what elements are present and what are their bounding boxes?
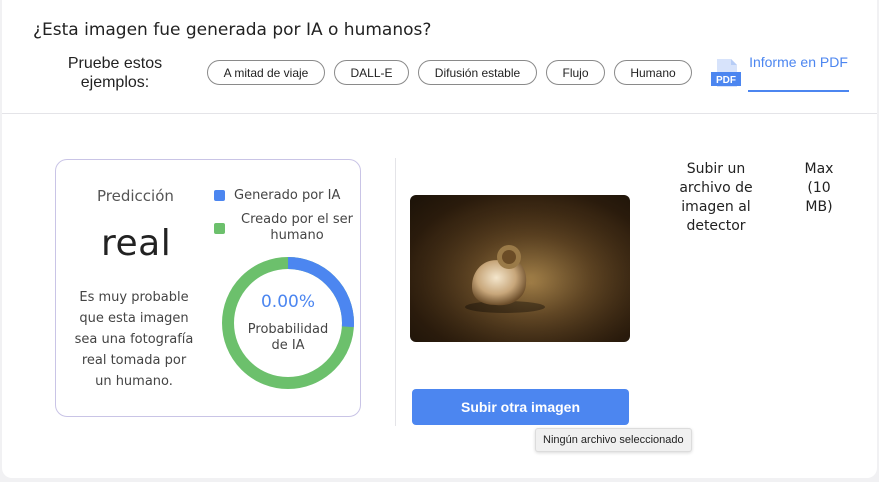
section-divider bbox=[395, 158, 396, 426]
legend-ai: Generado por IA bbox=[214, 188, 340, 203]
example-chip-human[interactable]: Humano bbox=[614, 60, 692, 85]
uploaded-image bbox=[410, 195, 630, 342]
legend-human-swatch bbox=[214, 223, 225, 234]
no-file-selected-tooltip: Ningún archivo seleccionado bbox=[535, 428, 692, 452]
upload-another-image-button[interactable]: Subir otra imagen bbox=[412, 389, 629, 425]
prediction-description: Es muy probable que esta imagen sea una … bbox=[74, 290, 194, 389]
prediction-label: Predicción bbox=[97, 187, 174, 205]
header-divider bbox=[2, 113, 877, 114]
legend-ai-swatch bbox=[214, 190, 225, 201]
ai-probability-label: Probabilidad de IA bbox=[247, 322, 329, 353]
ai-probability-value: 0.00% bbox=[260, 292, 315, 312]
pdf-icon-text: PDF bbox=[716, 75, 736, 86]
prediction-value: real bbox=[101, 223, 172, 264]
upload-max-size: Max (10 MB) bbox=[804, 161, 834, 215]
example-chip-stable-diffusion[interactable]: Difusión estable bbox=[418, 60, 537, 85]
pdf-icon[interactable]: PDF bbox=[711, 59, 741, 87]
legend-human-label: Creado por el ser humano bbox=[241, 212, 353, 243]
example-chip-dalle[interactable]: DALL-E bbox=[334, 60, 409, 85]
example-chip-flux[interactable]: Flujo bbox=[546, 60, 605, 85]
page-title: ¿Esta imagen fue generada por IA o human… bbox=[33, 20, 432, 40]
uploaded-image-graphic bbox=[410, 195, 630, 342]
example-chip-midjourney[interactable]: A mitad de viaje bbox=[207, 60, 325, 85]
examples-label: Pruebe estos ejemplos: bbox=[67, 55, 163, 91]
pdf-report-link[interactable]: Informe en PDF bbox=[748, 54, 849, 92]
legend-ai-label: Generado por IA bbox=[234, 188, 341, 203]
upload-instructions: Subir un archivo de imagen al detector bbox=[679, 161, 753, 234]
